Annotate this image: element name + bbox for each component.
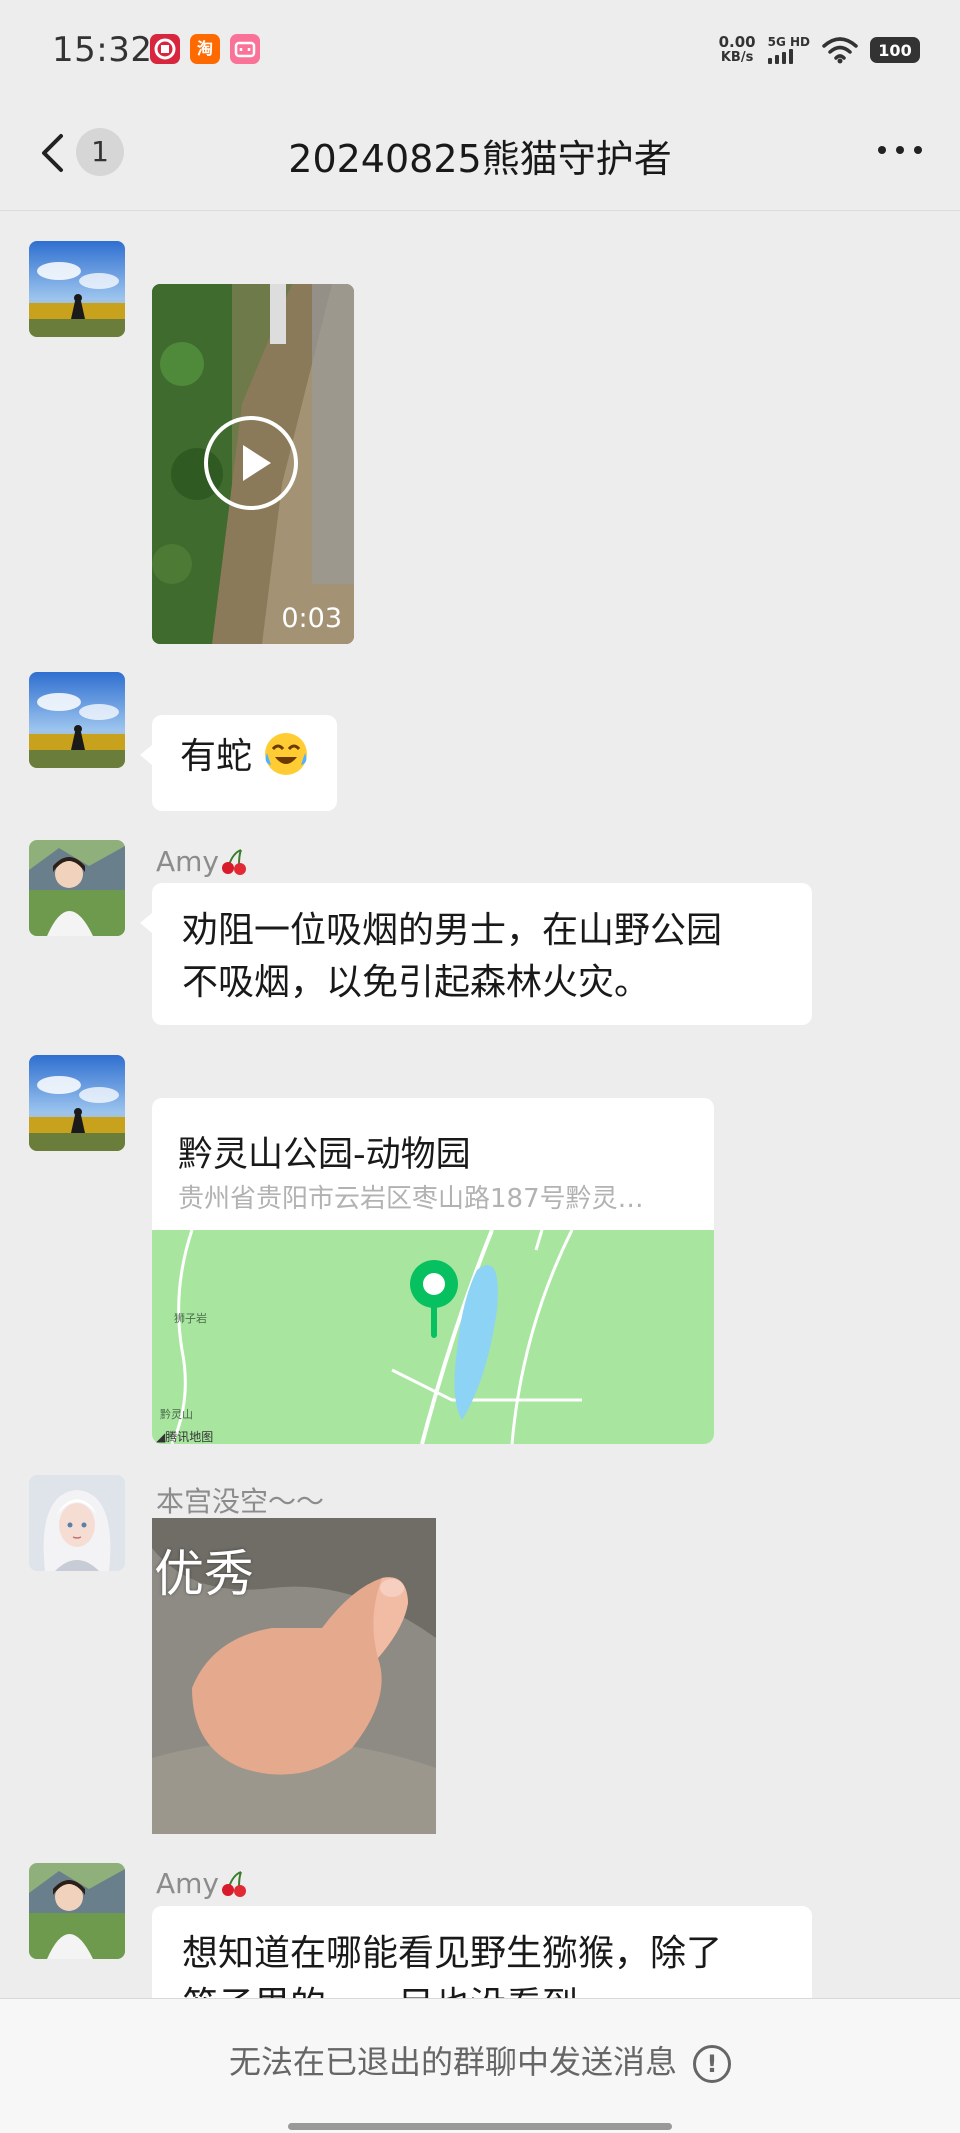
map-label: 黔灵山 <box>160 1408 193 1421</box>
video-message[interactable]: 0:03 <box>152 284 354 644</box>
play-icon[interactable] <box>204 416 298 510</box>
dot-icon <box>878 146 886 154</box>
location-address: 贵州省贵阳市云岩区枣山路187号黔灵… <box>178 1184 644 1214</box>
avatar[interactable] <box>29 241 125 337</box>
video-duration: 0:03 <box>281 603 342 634</box>
home-indicator[interactable] <box>288 2123 672 2130</box>
header-divider <box>0 210 960 211</box>
avatar[interactable] <box>29 1863 125 1959</box>
avatar[interactable] <box>29 840 125 936</box>
cell-signal: 5G HD <box>767 35 810 64</box>
input-disabled-bar: 无法在已退出的群聊中发送消息! <box>0 1998 960 2133</box>
cherry-emoji-icon <box>222 849 246 875</box>
cherry-emoji-icon <box>222 1871 246 1897</box>
sender-name: Amy <box>156 845 249 878</box>
avatar[interactable] <box>29 1055 125 1151</box>
network-speed: 0.00 KB/s <box>718 33 756 65</box>
location-title: 黔灵山公园-动物园 <box>178 1135 471 1175</box>
message-line: 不吸烟，以免引起森林火灾。 <box>182 962 651 1003</box>
chat-title: 20240825熊猫守护者 <box>288 137 672 181</box>
sender-name: 本宫没空～～ <box>156 1485 325 1518</box>
location-pin-icon <box>410 1260 458 1338</box>
map-logo-icon: ◢ <box>156 1430 166 1444</box>
more-options-button[interactable] <box>878 146 922 154</box>
battery-level: 100 <box>878 40 912 60</box>
map-label: 狮子岩 <box>174 1312 207 1325</box>
sender-name: Amy <box>156 1867 249 1900</box>
bank-app-icon <box>150 34 180 64</box>
info-icon[interactable]: ! <box>693 2045 731 2083</box>
network-label: 5G HD <box>767 35 810 49</box>
chat-header: 1 20240825熊猫守护者 <box>0 100 960 210</box>
avatar[interactable] <box>29 672 125 768</box>
status-indicators: 0.00 KB/s 5G HD 100 <box>719 30 920 70</box>
dot-icon <box>914 146 922 154</box>
message-line: 劝阻一位吸烟的男士，在山野公园 <box>182 910 723 951</box>
location-map[interactable]: 狮子岩 黔灵山 ◢腾讯地图 <box>152 1229 714 1444</box>
taobao-app-icon: 淘 <box>190 34 220 64</box>
status-time: 15:32 <box>52 30 153 70</box>
avatar[interactable] <box>29 1475 125 1571</box>
image-message[interactable]: 优秀 <box>152 1518 436 1834</box>
message-line: 想知道在哪能看见野生猕猴，除了 <box>182 1933 723 1974</box>
status-bar: 15:32 淘 0.00 KB/s 5G HD 100 <box>0 0 960 100</box>
dot-icon <box>896 146 904 154</box>
wifi-icon <box>822 37 858 64</box>
signal-bars-icon <box>767 48 810 64</box>
bilibili-app-icon <box>230 34 260 64</box>
map-provider: ◢腾讯地图 <box>156 1430 214 1444</box>
text-message[interactable]: 有蛇 <box>139 715 338 811</box>
crying-laughing-emoji-icon <box>265 733 308 775</box>
disabled-notice: 无法在已退出的群聊中发送消息! <box>0 2037 960 2083</box>
message-text: 有蛇 <box>180 736 253 777</box>
location-message[interactable]: 黔灵山公园-动物园 贵州省贵阳市云岩区枣山路187号黔灵… 狮子岩 黔灵山 ◢腾… <box>152 1098 714 1444</box>
text-message[interactable]: 劝阻一位吸烟的男士，在山野公园 不吸烟，以免引起森林火灾。 <box>140 883 812 1025</box>
chat-screen: 15:32 淘 0.00 KB/s 5G HD 100 1 20240825熊猫… <box>0 0 960 2133</box>
battery-icon: 100 <box>870 37 920 63</box>
image-caption: 优秀 <box>154 1545 254 1603</box>
